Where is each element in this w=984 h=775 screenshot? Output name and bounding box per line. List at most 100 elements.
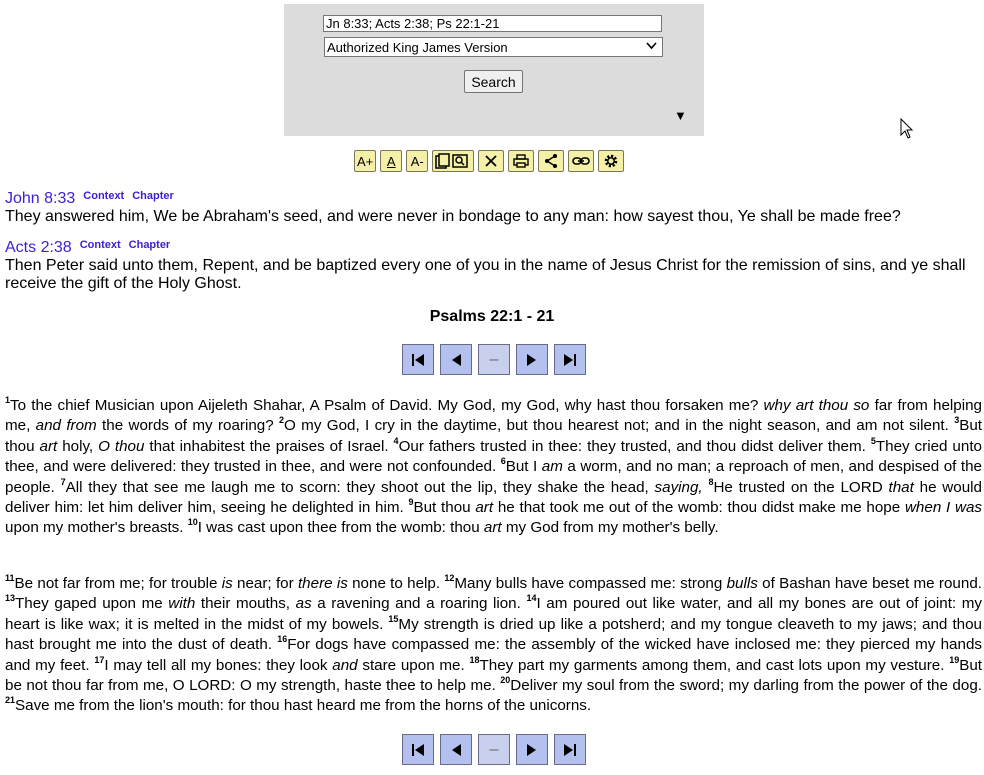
verse-9: upon my mother's breasts. [5, 519, 188, 537]
verse-20: Deliver my soul from the sword; my darli… [510, 677, 982, 695]
verse-number: 21 [5, 695, 16, 706]
font-decrease-button[interactable]: A- [406, 150, 429, 172]
verse-10: my God from my mother's belly. [501, 519, 719, 537]
skip-last-icon [564, 743, 576, 756]
verse-text: They answered him, We be Abraham's seed,… [5, 208, 901, 225]
last-chapter-button[interactable] [554, 734, 586, 765]
verse-number: 12 [444, 573, 455, 583]
verse-9: But thou [413, 499, 476, 517]
print-button[interactable] [508, 150, 535, 172]
verse-number: 5 [870, 435, 876, 446]
verse-9: he that took me out of the womb: thou di… [493, 499, 905, 517]
italic-word: and from [35, 417, 97, 435]
next-chapter-button[interactable] [516, 734, 548, 765]
arrow-left-icon [452, 353, 461, 366]
verse-8: He trusted on the LORD [713, 478, 889, 496]
arrow-right-icon [527, 743, 536, 756]
italic-word: as [295, 595, 312, 613]
verse-number: 18 [469, 654, 480, 665]
font-default-label: A [386, 153, 396, 169]
psalm-paragraph: 1To the chief Musician upon Aijeleth Sha… [5, 395, 982, 539]
link-button[interactable] [568, 150, 595, 172]
search-panel: Authorized King James Version Search ▼ [284, 4, 704, 136]
last-chapter-button[interactable] [554, 344, 586, 375]
verse-number: 7 [60, 476, 66, 487]
verse-12: of Bashan have beset me round. [757, 575, 982, 592]
skip-first-icon [412, 353, 424, 366]
copy-icon [435, 153, 469, 169]
share-button[interactable] [538, 150, 565, 172]
verse-4: Our fathers trusted in thee: they truste… [398, 437, 871, 455]
verse-number: 11 [5, 573, 15, 583]
verse-18: They part my garments among them, and ca… [479, 656, 950, 674]
italic-word: art [483, 519, 502, 537]
first-chapter-button[interactable] [402, 344, 434, 375]
next-chapter-button[interactable] [516, 344, 548, 375]
context-link[interactable]: Context [80, 239, 121, 251]
verse-number: 10 [187, 517, 198, 528]
verse-6: But I [505, 458, 542, 476]
italic-word: is [221, 575, 233, 592]
italic-word: with [168, 595, 196, 613]
verse-number: 6 [500, 456, 506, 467]
verse-10: I was cast upon thee from the womb: thou [197, 519, 484, 537]
verse-11: near; for [232, 575, 298, 592]
settings-button[interactable] [598, 150, 625, 172]
previous-chapter-button[interactable] [440, 344, 472, 375]
previous-chapter-button[interactable] [440, 734, 472, 765]
result-acts: Acts 2:38 Context Chapter Then Peter sai… [5, 239, 980, 293]
skip-first-icon [412, 743, 424, 756]
verse-3: holy, [57, 437, 99, 455]
search-button[interactable]: Search [464, 70, 523, 93]
first-chapter-button[interactable] [402, 734, 434, 765]
italic-word: art [39, 437, 58, 455]
font-increase-button[interactable]: A+ [354, 150, 377, 172]
verse-21: Save me from the lion's mouth: for thou … [15, 697, 592, 715]
verse-12: Many bulls have compassed me: strong [454, 575, 727, 592]
print-icon [513, 154, 529, 168]
search-input[interactable] [323, 15, 662, 32]
verse-number: 13 [5, 593, 16, 604]
verse-number: 9 [408, 497, 414, 508]
verse-ref-link[interactable]: Acts 2:38 [5, 239, 72, 257]
italic-word: O thou [98, 437, 145, 455]
font-increase-label: A+ [357, 153, 374, 169]
verse-11: none to help. [347, 575, 445, 592]
font-default-button[interactable]: A [380, 150, 403, 172]
verse-13: their mouths, [195, 595, 296, 613]
skip-last-icon [564, 353, 576, 366]
verse-number: 16 [277, 634, 288, 645]
gear-icon [604, 154, 618, 168]
passage-nav-bottom: – [402, 734, 586, 765]
link-icon [572, 157, 591, 165]
verse-1: To the chief Musician upon Aijeleth Shah… [10, 397, 764, 414]
arrow-right-icon [527, 353, 536, 366]
chapter-link[interactable]: Chapter [129, 239, 171, 251]
middle-nav-button[interactable]: – [478, 344, 510, 375]
verse-3: that inhabitest the praises of Israel. [144, 437, 394, 455]
verse-number: 4 [393, 435, 399, 446]
verse-ref-link[interactable]: John 8:33 [5, 190, 75, 208]
share-icon [545, 154, 558, 168]
close-icon [485, 155, 497, 167]
verse-1: the words of my roaring? [96, 417, 280, 435]
verse-number: 19 [949, 654, 960, 665]
result-header: Acts 2:38 Context Chapter [5, 239, 980, 257]
verse-number: 3 [954, 415, 960, 426]
version-select[interactable]: Authorized King James Version [324, 37, 663, 57]
middle-nav-button[interactable]: – [478, 734, 510, 765]
context-link[interactable]: Context [83, 190, 124, 202]
clear-button[interactable] [478, 150, 505, 172]
verse-number: 14 [526, 593, 537, 604]
toolbar: A+ A A- [354, 150, 625, 174]
italic-word: why art thou so [763, 397, 870, 414]
result-john: John 8:33 Context Chapter They answered … [5, 190, 980, 226]
verse-11: Be not far from me; for trouble [14, 575, 222, 592]
verse-17: stare upon me. [357, 656, 470, 674]
chapter-link[interactable]: Chapter [132, 190, 174, 202]
expand-toggle-icon[interactable]: ▼ [674, 108, 687, 123]
italic-word: there is [297, 575, 348, 592]
copy-button[interactable] [432, 150, 475, 172]
verse-17: I may tell all my bones: they look [104, 656, 333, 674]
italic-word: bulls [726, 575, 758, 592]
